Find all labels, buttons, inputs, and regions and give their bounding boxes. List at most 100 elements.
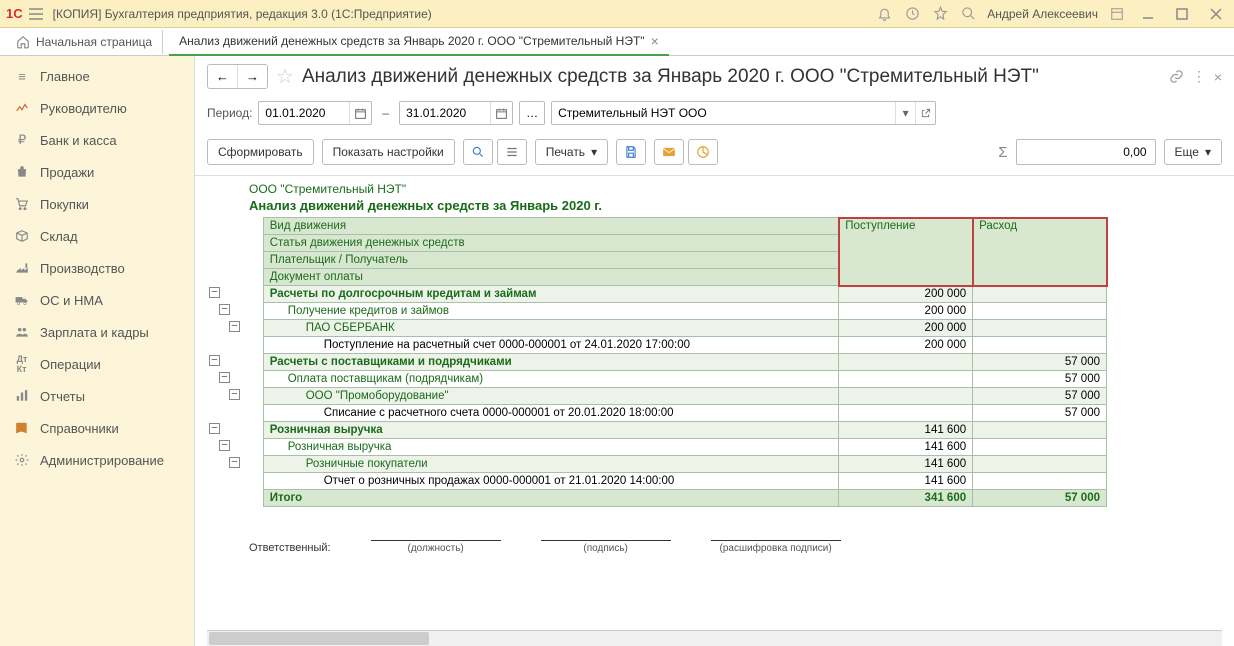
cart-icon bbox=[14, 196, 30, 212]
collapse-icon[interactable]: − bbox=[209, 287, 220, 298]
show-settings-button[interactable]: Показать настройки bbox=[322, 139, 455, 165]
date-to-field[interactable] bbox=[399, 101, 513, 125]
email-icon[interactable] bbox=[654, 139, 684, 165]
calendar-icon[interactable] bbox=[349, 102, 371, 124]
minimize-button[interactable] bbox=[1136, 2, 1160, 26]
diagram-icon[interactable] bbox=[688, 139, 718, 165]
page-title: Анализ движений денежных средств за Янва… bbox=[302, 66, 1161, 88]
sidebar-item-main[interactable]: ≡Главное bbox=[0, 60, 194, 92]
more-icon[interactable]: ⋮ bbox=[1192, 68, 1206, 85]
collapse-icon[interactable]: − bbox=[229, 457, 240, 468]
main: ← → ☆ Анализ движений денежных средств з… bbox=[195, 56, 1234, 646]
cell-expense bbox=[973, 320, 1107, 337]
signature-label: (расшифровка подписи) bbox=[720, 543, 832, 554]
row-label: Поступление на расчетный счет 0000-00000… bbox=[263, 337, 839, 354]
cell-expense: 57 000 bbox=[973, 405, 1107, 422]
collapse-icon[interactable]: − bbox=[219, 440, 230, 451]
collapse-icon[interactable]: − bbox=[229, 321, 240, 332]
collapse-icon[interactable]: − bbox=[219, 372, 230, 383]
sidebar-item-assets[interactable]: ОС и НМА bbox=[0, 284, 194, 316]
document-tab-label: Анализ движений денежных средств за Янва… bbox=[179, 34, 644, 48]
factory-icon bbox=[14, 260, 30, 276]
truck-icon bbox=[14, 292, 30, 308]
collapse-icon[interactable]: − bbox=[209, 355, 220, 366]
cell-income bbox=[839, 388, 973, 405]
cell-income: 200 000 bbox=[839, 337, 973, 354]
home-tab[interactable]: Начальная страница bbox=[6, 30, 163, 54]
col-header: Расход bbox=[973, 218, 1107, 286]
total-income: 341 600 bbox=[839, 490, 973, 507]
cell-expense bbox=[973, 337, 1107, 354]
cell-income bbox=[839, 405, 973, 422]
sidebar-item-sales[interactable]: Продажи bbox=[0, 156, 194, 188]
total-expense: 57 000 bbox=[973, 490, 1107, 507]
collapse-icon[interactable]: − bbox=[229, 389, 240, 400]
user-options-icon[interactable] bbox=[1108, 5, 1126, 23]
hamburger-icon[interactable] bbox=[27, 5, 45, 23]
horizontal-scrollbar[interactable] bbox=[207, 630, 1222, 646]
cell-expense: 57 000 bbox=[973, 388, 1107, 405]
maximize-button[interactable] bbox=[1170, 2, 1194, 26]
print-button[interactable]: Печать▾ bbox=[535, 139, 608, 165]
collapse-icon[interactable]: − bbox=[219, 304, 230, 315]
bar-chart-icon bbox=[14, 388, 30, 404]
nav-forward-button[interactable]: → bbox=[238, 65, 267, 88]
org-field[interactable]: ▾ bbox=[551, 101, 936, 125]
star-icon[interactable] bbox=[931, 5, 949, 23]
row-label: Получение кредитов и займов bbox=[263, 303, 839, 320]
sidebar-item-label: Руководителю bbox=[40, 101, 127, 116]
sidebar-item-manager[interactable]: Руководителю bbox=[0, 92, 194, 124]
search-icon[interactable] bbox=[959, 5, 977, 23]
date-from-field[interactable] bbox=[258, 101, 372, 125]
period-picker-button[interactable]: … bbox=[519, 101, 545, 125]
close-tab-icon[interactable]: × bbox=[651, 33, 659, 49]
date-from-input[interactable] bbox=[259, 106, 349, 120]
bell-icon[interactable] bbox=[875, 5, 893, 23]
sidebar-item-warehouse[interactable]: Склад bbox=[0, 220, 194, 252]
sidebar-item-purchases[interactable]: Покупки bbox=[0, 188, 194, 220]
cell-expense bbox=[973, 439, 1107, 456]
user-name[interactable]: Андрей Алексеевич bbox=[987, 7, 1098, 21]
favorite-star-icon[interactable]: ☆ bbox=[276, 64, 294, 89]
cell-income: 200 000 bbox=[839, 286, 973, 303]
sidebar-item-label: Операции bbox=[40, 357, 101, 372]
sidebar-item-label: Банк и касса bbox=[40, 133, 117, 148]
responsible-label: Ответственный: bbox=[249, 542, 331, 554]
sidebar-item-operations[interactable]: ДтКтОперации bbox=[0, 348, 194, 380]
row-label: ООО "Промоборудование" bbox=[263, 388, 839, 405]
sidebar-item-admin[interactable]: Администрирование bbox=[0, 444, 194, 476]
history-icon[interactable] bbox=[903, 5, 921, 23]
app-title: [КОПИЯ] Бухгалтерия предприятия, редакци… bbox=[53, 7, 876, 21]
nav-back-button[interactable]: ← bbox=[208, 65, 238, 88]
generate-button[interactable]: Сформировать bbox=[207, 139, 314, 165]
close-panel-icon[interactable]: × bbox=[1214, 69, 1222, 85]
close-button[interactable] bbox=[1204, 2, 1228, 26]
collapse-icon[interactable]: − bbox=[209, 423, 220, 434]
sidebar-item-refs[interactable]: Справочники bbox=[0, 412, 194, 444]
sidebar-item-bank[interactable]: ₽Банк и касса bbox=[0, 124, 194, 156]
cell-income bbox=[839, 371, 973, 388]
save-icon[interactable] bbox=[616, 139, 646, 165]
date-to-input[interactable] bbox=[400, 106, 490, 120]
sidebar-item-hr[interactable]: Зарплата и кадры bbox=[0, 316, 194, 348]
titlebar: 1C [КОПИЯ] Бухгалтерия предприятия, реда… bbox=[0, 0, 1234, 28]
row-label: Отчет о розничных продажах 0000-000001 о… bbox=[263, 473, 839, 490]
nav-group: ← → bbox=[207, 64, 268, 89]
org-input[interactable] bbox=[552, 102, 895, 124]
sidebar-item-production[interactable]: Производство bbox=[0, 252, 194, 284]
dropdown-icon[interactable]: ▾ bbox=[895, 102, 915, 124]
calendar-icon[interactable] bbox=[490, 102, 512, 124]
cell-income: 141 600 bbox=[839, 439, 973, 456]
document-tab[interactable]: Анализ движений денежных средств за Янва… bbox=[169, 28, 669, 56]
row-label: Расчеты по долгосрочным кредитам и займа… bbox=[263, 286, 839, 303]
open-external-icon[interactable] bbox=[915, 102, 935, 124]
row-label: Оплата поставщикам (подрядчикам) bbox=[263, 371, 839, 388]
book-icon bbox=[14, 420, 30, 436]
link-icon[interactable] bbox=[1169, 69, 1184, 84]
more-button[interactable]: Еще▾ bbox=[1164, 139, 1222, 165]
sidebar-item-reports[interactable]: Отчеты bbox=[0, 380, 194, 412]
sidebar-item-label: ОС и НМА bbox=[40, 293, 103, 308]
expand-all-icon[interactable] bbox=[497, 139, 527, 165]
find-icon[interactable] bbox=[463, 139, 493, 165]
sum-field[interactable] bbox=[1016, 139, 1156, 165]
